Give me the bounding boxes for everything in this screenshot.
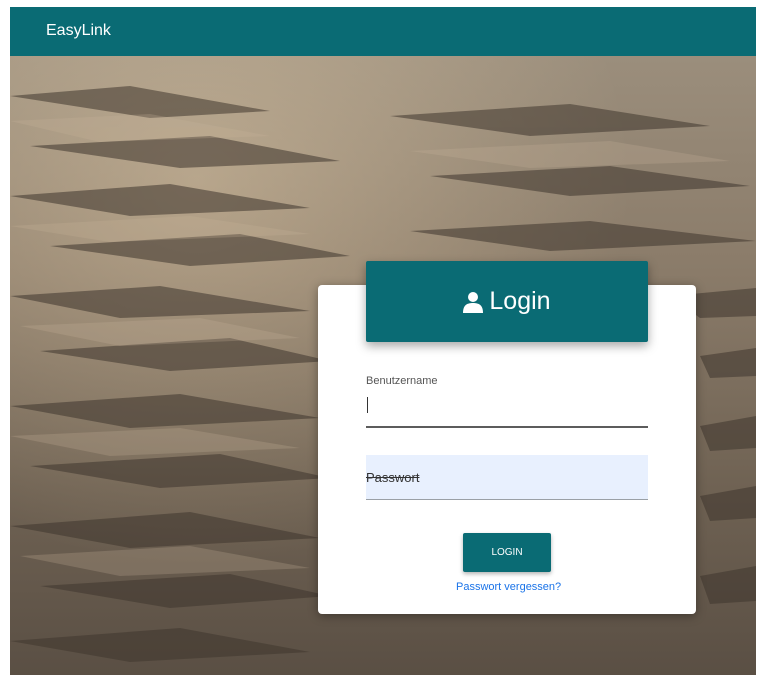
forgot-password-link[interactable]: Passwort vergessen? bbox=[456, 581, 561, 593]
text-cursor bbox=[367, 397, 368, 413]
login-card-header: Login bbox=[366, 261, 648, 342]
login-button[interactable]: LOGIN bbox=[463, 533, 551, 572]
username-input[interactable] bbox=[366, 392, 648, 428]
login-title: Login bbox=[489, 287, 551, 315]
user-icon bbox=[463, 291, 484, 313]
username-label: Benutzername bbox=[366, 375, 438, 387]
top-navbar: EasyLink bbox=[10, 7, 756, 56]
brand-logo-text[interactable]: EasyLink bbox=[46, 22, 111, 40]
password-input[interactable] bbox=[366, 455, 648, 500]
